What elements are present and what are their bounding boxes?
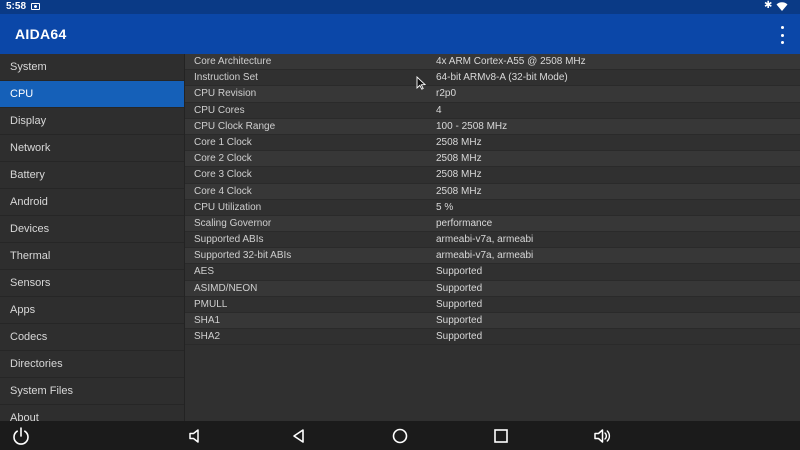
sidebar: System CPU Display Network Battery Andro… bbox=[0, 54, 185, 421]
sidebar-item-about[interactable]: About bbox=[0, 405, 184, 421]
row-key: SHA1 bbox=[194, 315, 221, 326]
sidebar-item-display[interactable]: Display bbox=[0, 108, 184, 135]
table-row: Supported 32-bit ABIs armeabi-v7a, armeab… bbox=[185, 248, 800, 265]
row-value: armeabi-v7a, armeabi bbox=[436, 250, 534, 262]
row-value: armeabi-v7a, armeabi bbox=[436, 234, 534, 246]
wifi-icon bbox=[776, 2, 788, 11]
home-icon[interactable] bbox=[390, 426, 410, 446]
row-value: Supported bbox=[436, 331, 483, 343]
app-bar: AIDA64 bbox=[0, 14, 800, 54]
table-row: CPU Clock Range 100 - 2508 MHz bbox=[185, 118, 800, 135]
row-value: Supported bbox=[436, 266, 483, 278]
row-key: Supported 32-bit ABIs bbox=[194, 250, 292, 262]
status-time: 5:58 bbox=[6, 1, 27, 12]
sidebar-item-system-files[interactable]: System Files bbox=[0, 378, 184, 405]
app-title: AIDA64 bbox=[15, 26, 67, 42]
table-row: ASIMD/NEON Supported bbox=[185, 280, 800, 297]
mouse-cursor-icon bbox=[416, 76, 426, 90]
row-value: 64-bit ARMv8-A (32-bit Mode) bbox=[436, 72, 568, 84]
recents-icon[interactable] bbox=[491, 426, 511, 446]
row-key: Supported ABIs bbox=[194, 234, 264, 246]
sidebar-item-cpu[interactable]: CPU bbox=[0, 81, 184, 108]
row-value: Supported bbox=[436, 298, 483, 310]
row-value: Supported bbox=[436, 315, 483, 326]
row-key: CPU Cores bbox=[194, 104, 245, 116]
cpu-info-table: Core Architecture 4x ARM Cortex-A55 @ 250… bbox=[185, 54, 800, 421]
navigation-bar bbox=[0, 421, 800, 450]
row-value: 2508 MHz bbox=[436, 153, 482, 165]
row-key: ASIMD/NEON bbox=[194, 282, 258, 294]
table-row: Core 3 Clock 2508 MHz bbox=[185, 167, 800, 184]
row-key: Core 2 Clock bbox=[194, 153, 252, 165]
row-key: Scaling Governor bbox=[194, 217, 272, 229]
row-value: Supported bbox=[436, 282, 483, 294]
row-key: Core 3 Clock bbox=[194, 169, 252, 181]
power-icon[interactable] bbox=[11, 426, 31, 446]
sidebar-item-system[interactable]: System bbox=[0, 54, 184, 81]
table-row: SHA2 Supported bbox=[185, 329, 800, 346]
sidebar-item-sensors[interactable]: Sensors bbox=[0, 270, 184, 297]
sidebar-item-devices[interactable]: Devices bbox=[0, 216, 184, 243]
table-row: CPU Cores 4 bbox=[185, 103, 800, 119]
table-row: Scaling Governor performance bbox=[185, 215, 800, 233]
row-value: performance bbox=[436, 217, 493, 229]
row-key: Core Architecture bbox=[194, 56, 272, 67]
overflow-menu-icon[interactable] bbox=[774, 26, 790, 44]
volume-up-icon[interactable] bbox=[592, 426, 612, 446]
status-bar: 5:58 ✱ bbox=[0, 0, 800, 14]
row-key: CPU Revision bbox=[194, 88, 257, 100]
table-row: CPU Revision r2p0 bbox=[185, 86, 800, 103]
row-value: 2508 MHz bbox=[436, 169, 482, 181]
screenshot-icon bbox=[31, 3, 40, 10]
row-key: CPU Clock Range bbox=[194, 120, 276, 132]
table-row: Core 2 Clock 2508 MHz bbox=[185, 151, 800, 168]
row-key: Core 4 Clock bbox=[194, 185, 252, 197]
bluetooth-icon: ✱ bbox=[764, 0, 773, 11]
table-row: Core 1 Clock 2508 MHz bbox=[185, 135, 800, 152]
table-row: Instruction Set 64-bit ARMv8-A (32-bit Mo… bbox=[185, 70, 800, 87]
table-row: PMULL Supported bbox=[185, 297, 800, 313]
volume-down-icon[interactable] bbox=[186, 426, 206, 446]
table-row: Core 4 Clock 2508 MHz bbox=[185, 183, 800, 200]
row-value: 4x ARM Cortex-A55 @ 2508 MHz bbox=[436, 56, 586, 67]
row-key: Core 1 Clock bbox=[194, 136, 252, 148]
sidebar-item-thermal[interactable]: Thermal bbox=[0, 243, 184, 270]
row-key: AES bbox=[194, 266, 215, 278]
row-value: 100 - 2508 MHz bbox=[436, 120, 508, 132]
row-value: 5 % bbox=[436, 201, 454, 213]
sidebar-item-battery[interactable]: Battery bbox=[0, 162, 184, 189]
sidebar-item-directories[interactable]: Directories bbox=[0, 351, 184, 378]
table-row: AES Supported bbox=[185, 264, 800, 281]
table-row: Supported ABIs armeabi-v7a, armeabi bbox=[185, 232, 800, 249]
row-value: 2508 MHz bbox=[436, 136, 482, 148]
table-row: SHA1 Supported bbox=[185, 313, 800, 330]
sidebar-item-android[interactable]: Android bbox=[0, 189, 184, 216]
row-value: r2p0 bbox=[436, 88, 457, 100]
row-key: SHA2 bbox=[194, 331, 221, 343]
row-value: 2508 MHz bbox=[436, 185, 482, 197]
row-key: CPU Utilization bbox=[194, 201, 262, 213]
row-value: 4 bbox=[436, 104, 442, 116]
sidebar-item-codecs[interactable]: Codecs bbox=[0, 324, 184, 351]
table-row: CPU Utilization 5 % bbox=[185, 200, 800, 216]
back-icon[interactable] bbox=[289, 426, 309, 446]
row-key: PMULL bbox=[194, 298, 228, 310]
table-row: Core Architecture 4x ARM Cortex-A55 @ 250… bbox=[185, 54, 800, 71]
row-key: Instruction Set bbox=[194, 72, 258, 84]
sidebar-item-network[interactable]: Network bbox=[0, 135, 184, 162]
sidebar-item-apps[interactable]: Apps bbox=[0, 297, 184, 324]
